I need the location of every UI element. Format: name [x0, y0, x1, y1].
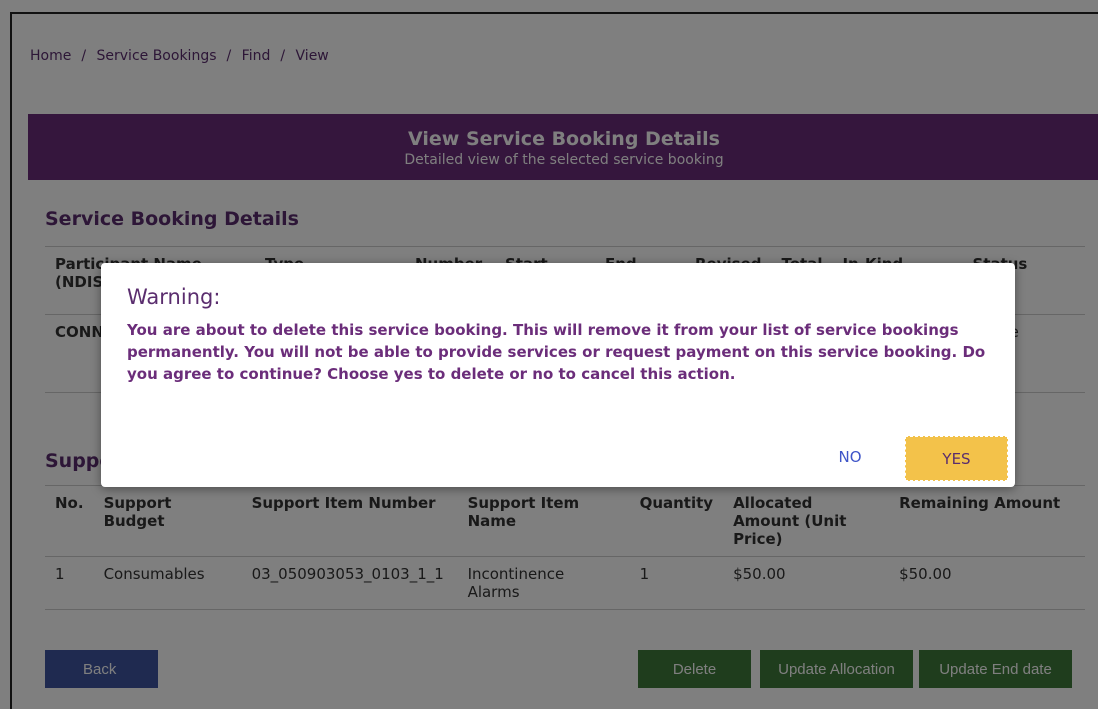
- warning-message: You are about to delete this service boo…: [127, 321, 986, 383]
- warning-title: Warning:: [127, 285, 221, 309]
- no-button[interactable]: NO: [819, 437, 881, 477]
- yes-button[interactable]: YES: [905, 436, 1008, 481]
- warning-dialog: Warning: You are about to delete this se…: [101, 263, 1015, 487]
